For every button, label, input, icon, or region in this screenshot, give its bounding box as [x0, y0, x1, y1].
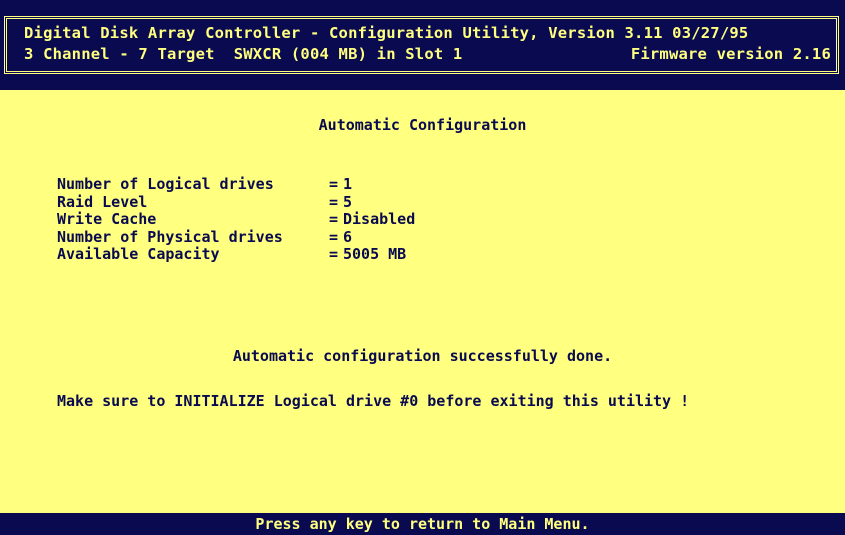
setting-separator: =	[329, 192, 339, 211]
setting-value: 1	[343, 175, 353, 193]
setting-row-write-cache: Write Cache = Disabled	[57, 210, 416, 229]
setting-separator: =	[329, 210, 339, 228]
setting-label: Write Cache	[57, 210, 157, 228]
setting-row-physical-drives: Number of Physical drives = 6	[57, 227, 415, 247]
setting-value: 5	[343, 192, 353, 211]
setting-label: Number of Logical drives	[57, 175, 274, 193]
status-bar-prompt: Press any key to return to Main Menu.	[255, 515, 590, 533]
setting-value: Disabled	[343, 210, 416, 228]
setting-row-raid-level: Raid Level = 5	[57, 192, 415, 212]
setting-separator: =	[329, 175, 339, 193]
setting-row-logical-drives: Number of Logical drives = 1	[57, 175, 415, 194]
setting-separator: =	[329, 227, 339, 246]
configuration-summary: Number of Logical drives = 1 Raid Level …	[57, 175, 416, 264]
controller-info: 3 Channel - 7 Target SWXCR (004 MB) in S…	[24, 45, 463, 63]
app-title: Digital Disk Array Controller - Configur…	[24, 24, 749, 42]
setting-label: Raid Level	[57, 192, 148, 211]
setting-separator: =	[329, 245, 339, 263]
setting-label: Available Capacity	[57, 245, 220, 263]
setting-value: 6	[343, 227, 353, 246]
header-bar: Digital Disk Array Controller - Configur…	[0, 0, 845, 90]
config-utility-screen[interactable]: Digital Disk Array Controller - Configur…	[0, 0, 845, 535]
firmware-version: Firmware version 2.16	[630, 45, 831, 63]
warning-message: Make sure to INITIALIZE Logical drive #0…	[57, 392, 690, 410]
status-bar: Press any key to return to Main Menu.	[0, 513, 845, 535]
setting-label: Number of Physical drives	[57, 227, 283, 246]
success-message: Automatic configuration successfully don…	[232, 347, 613, 365]
setting-row-available-capacity: Available Capacity = 5005 MB	[57, 245, 415, 264]
page-title: Automatic Configuration	[318, 116, 527, 134]
setting-value: 5005 MB	[343, 245, 407, 263]
